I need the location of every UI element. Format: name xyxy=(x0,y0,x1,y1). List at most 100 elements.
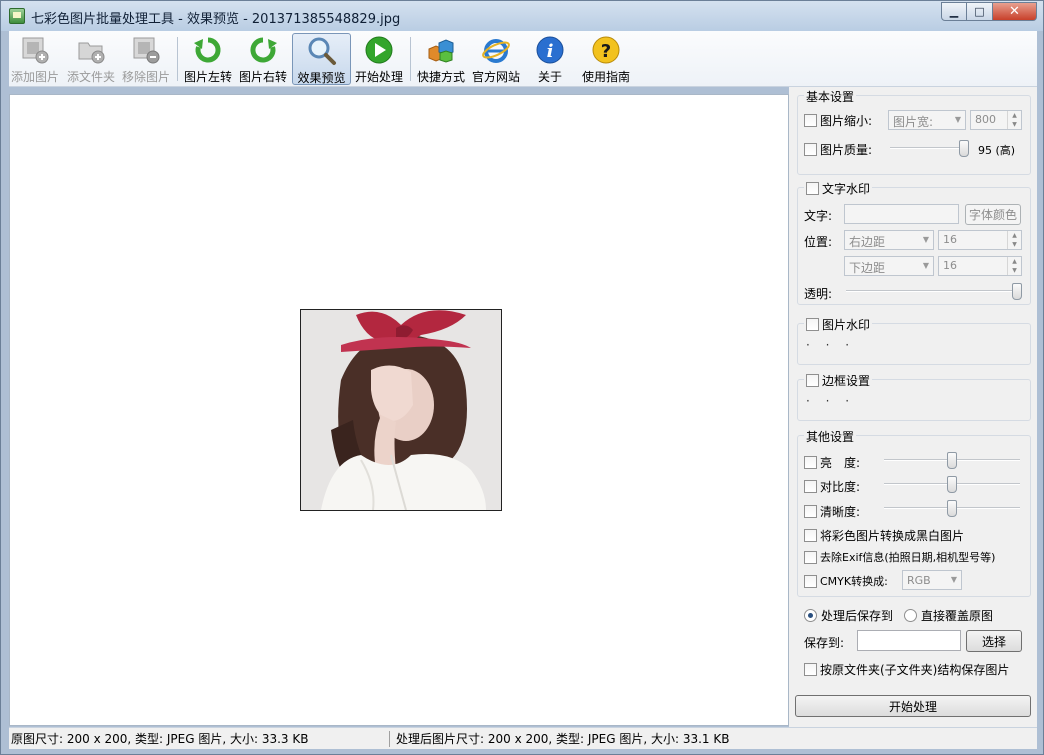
toolbar-separator xyxy=(410,37,411,81)
preview-button[interactable]: 效果预览 xyxy=(292,33,351,85)
title-bar[interactable]: 七彩色图片批量处理工具 - 效果预览 - 201371385548829.jpg… xyxy=(1,1,1043,31)
maximize-button[interactable]: □ xyxy=(967,2,993,21)
vertical-margin-spinner[interactable]: 16 ▲ ▼ xyxy=(938,256,1022,276)
brightness-label: 亮 度: xyxy=(820,456,861,470)
toolbar-label: 图片右转 xyxy=(238,70,287,84)
font-color-button[interactable]: 字体颜色 xyxy=(965,204,1021,225)
text-watermark-checkbox[interactable] xyxy=(806,182,819,195)
quality-checkbox-row[interactable]: 图片质量: xyxy=(804,141,872,158)
app-icon xyxy=(9,8,25,24)
shortcut-button[interactable]: 快捷方式 xyxy=(415,33,467,85)
rotate-right-button[interactable]: 图片右转 xyxy=(237,33,289,85)
grayscale-checkbox[interactable] xyxy=(804,529,817,542)
group-title: 基本设置 xyxy=(804,88,857,105)
group-title[interactable]: 文字水印 xyxy=(804,180,873,197)
spinner-arrows[interactable]: ▲ ▼ xyxy=(1007,231,1021,249)
spin-up-icon[interactable]: ▲ xyxy=(1008,111,1021,120)
toolbar-label: 开始处理 xyxy=(354,70,403,84)
border-collapsed[interactable]: · · · xyxy=(806,394,855,408)
spin-down-icon[interactable]: ▼ xyxy=(1008,120,1021,129)
contrast-slider[interactable] xyxy=(884,476,1020,493)
h-margin-value: 16 xyxy=(943,233,957,246)
horizontal-align-select[interactable]: 右边距 xyxy=(844,230,934,250)
add-folder-button[interactable]: 添文件夹 xyxy=(65,33,117,85)
radio-unselected-icon[interactable] xyxy=(904,609,917,622)
close-button[interactable]: ✕ xyxy=(993,2,1037,21)
cmyk-checkbox[interactable] xyxy=(804,574,817,588)
cmyk-target-select[interactable]: RGB xyxy=(902,570,962,590)
watermark-text-input[interactable] xyxy=(844,204,959,224)
radio-selected-icon[interactable] xyxy=(804,609,817,622)
slider-thumb[interactable] xyxy=(947,500,957,517)
minimize-button[interactable]: ▁ xyxy=(941,2,967,21)
about-button[interactable]: i 关于 xyxy=(525,33,575,85)
brightness-checkbox[interactable] xyxy=(804,456,817,469)
v-align-value: 下边距 xyxy=(849,261,886,275)
toolbar-label: 效果预览 xyxy=(297,71,346,85)
resize-value-spinner[interactable]: 800 ▲ ▼ xyxy=(970,110,1022,130)
slider-thumb[interactable] xyxy=(947,476,957,493)
save-path-input[interactable] xyxy=(857,630,961,651)
image-watermark-checkbox[interactable] xyxy=(806,318,819,331)
slider-track xyxy=(846,290,1020,292)
save-settings-group: 处理后保存到 直接覆盖原图 保存到: 选择 按原文件夹(子文件夹)结构保存图片 xyxy=(797,609,1031,687)
add-image-button[interactable]: 添加图片 xyxy=(9,33,61,85)
grayscale-row[interactable]: 将彩色图片转换成黑白图片 xyxy=(804,527,964,544)
watermark-text-label: 文字: xyxy=(804,209,833,223)
slider-thumb[interactable] xyxy=(1011,283,1022,300)
group-title[interactable]: 边框设置 xyxy=(804,372,873,389)
start-process-bottom-button[interactable]: 开始处理 xyxy=(795,695,1031,717)
text-watermark-title: 文字水印 xyxy=(822,182,871,196)
start-process-button[interactable]: 开始处理 xyxy=(353,33,405,85)
v-margin-value: 16 xyxy=(943,259,957,272)
toolbar-label: 关于 xyxy=(537,70,562,84)
sharpness-row[interactable]: 清晰度: xyxy=(804,503,860,520)
quality-slider[interactable] xyxy=(890,140,970,157)
spin-down-icon[interactable]: ▼ xyxy=(1008,266,1021,275)
slider-thumb[interactable] xyxy=(947,452,957,469)
cmyk-row[interactable]: CMYK转换成: xyxy=(804,573,888,589)
horizontal-margin-spinner[interactable]: 16 ▲ ▼ xyxy=(938,230,1022,250)
vertical-align-select[interactable]: 下边距 xyxy=(844,256,934,276)
remove-image-icon xyxy=(130,35,162,65)
spinner-arrows[interactable]: ▲ ▼ xyxy=(1007,257,1021,275)
spin-down-icon[interactable]: ▼ xyxy=(1008,240,1021,249)
resize-checkbox-row[interactable]: 图片缩小: xyxy=(804,112,872,129)
minimize-icon: ▁ xyxy=(949,5,959,18)
spin-up-icon[interactable]: ▲ xyxy=(1008,257,1021,266)
spinner-arrows[interactable]: ▲ ▼ xyxy=(1007,111,1021,129)
overwrite-radio[interactable]: 直接覆盖原图 xyxy=(904,607,993,624)
remove-image-button[interactable]: 移除图片 xyxy=(120,33,172,85)
window-controls: ▁ □ ✕ xyxy=(941,2,1037,21)
brightness-slider[interactable] xyxy=(884,452,1020,469)
quality-checkbox[interactable] xyxy=(804,143,817,156)
save-to-radio[interactable]: 处理后保存到 xyxy=(804,607,893,624)
contrast-checkbox[interactable] xyxy=(804,480,817,493)
exif-row[interactable]: 去除Exif信息(拍照日期,相机型号等) xyxy=(804,549,995,565)
website-button[interactable]: 官方网站 xyxy=(470,33,522,85)
resize-mode-select[interactable]: 图片宽: xyxy=(888,110,966,130)
rotate-left-button[interactable]: 图片左转 xyxy=(182,33,234,85)
toolbar-separator xyxy=(177,37,178,81)
opacity-slider[interactable] xyxy=(846,283,1022,300)
sharpness-checkbox[interactable] xyxy=(804,505,817,518)
choose-folder-button[interactable]: 选择 xyxy=(966,630,1022,652)
help-button[interactable]: ? 使用指南 xyxy=(579,33,633,85)
keep-structure-row[interactable]: 按原文件夹(子文件夹)结构保存图片 xyxy=(804,661,1009,678)
preview-area xyxy=(9,94,789,726)
spin-up-icon[interactable]: ▲ xyxy=(1008,231,1021,240)
other-settings-group: 其他设置 亮 度: 对比度: 清晰度: 将彩色图片转换成黑白图片 去除Exif信… xyxy=(797,428,1031,597)
contrast-row[interactable]: 对比度: xyxy=(804,478,860,495)
resize-checkbox[interactable] xyxy=(804,114,817,127)
keep-structure-checkbox[interactable] xyxy=(804,663,817,676)
border-title: 边框设置 xyxy=(822,374,871,388)
sharpness-slider[interactable] xyxy=(884,500,1020,517)
group-title[interactable]: 图片水印 xyxy=(804,316,873,333)
brightness-row[interactable]: 亮 度: xyxy=(804,454,860,471)
slider-thumb[interactable] xyxy=(959,140,970,157)
processed-info: 处理后图片尺寸: 200 x 200, 类型: JPEG 图片, 大小: 33.… xyxy=(396,732,730,746)
image-watermark-collapsed[interactable]: · · · xyxy=(806,338,855,352)
exif-checkbox[interactable] xyxy=(804,550,817,564)
group-title: 其他设置 xyxy=(804,428,857,445)
border-checkbox[interactable] xyxy=(806,374,819,387)
